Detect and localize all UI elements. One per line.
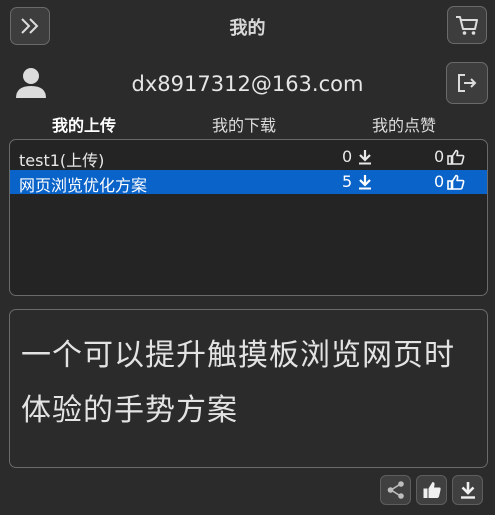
- download-count: 0: [342, 147, 353, 166]
- thumbs-up-icon: [423, 482, 441, 498]
- tab-my-downloads[interactable]: 我的下载: [212, 112, 276, 136]
- like-button[interactable]: [416, 475, 447, 505]
- item-description: 一个可以提升触摸板浏览网页时体验的手势方案: [9, 309, 488, 468]
- item-name: 网页浏览优化方案: [19, 176, 148, 195]
- list-item[interactable]: test1(上传) 0 0: [10, 145, 487, 170]
- upload-list[interactable]: test1(上传) 0 0 网页浏览优化方案 5 0: [9, 139, 488, 296]
- like-count: 0: [434, 147, 445, 166]
- download-icon: [359, 174, 372, 189]
- download-count: 5: [342, 172, 353, 191]
- download-button[interactable]: [452, 475, 483, 505]
- logout-icon: [458, 74, 477, 92]
- tab-my-likes[interactable]: 我的点赞: [372, 112, 436, 136]
- list-item[interactable]: 网页浏览优化方案 5 0: [10, 170, 487, 195]
- download-icon: [359, 149, 372, 164]
- logout-button[interactable]: [446, 62, 488, 104]
- shopping-cart-icon: [456, 16, 478, 35]
- user-email: dx8917312@163.com: [131, 72, 364, 96]
- like-count: 0: [434, 172, 445, 191]
- item-name: test1(上传): [19, 151, 105, 170]
- download-icon: [460, 482, 475, 499]
- share-button[interactable]: [380, 475, 411, 505]
- cart-button[interactable]: [447, 6, 487, 44]
- tab-my-uploads[interactable]: 我的上传: [52, 112, 116, 136]
- thumbs-up-icon: [447, 174, 465, 190]
- share-icon: [387, 481, 404, 499]
- thumbs-up-icon: [447, 149, 465, 165]
- tab-bar: 我的上传 我的下载 我的点赞: [0, 112, 495, 136]
- page-title: 我的: [229, 18, 266, 39]
